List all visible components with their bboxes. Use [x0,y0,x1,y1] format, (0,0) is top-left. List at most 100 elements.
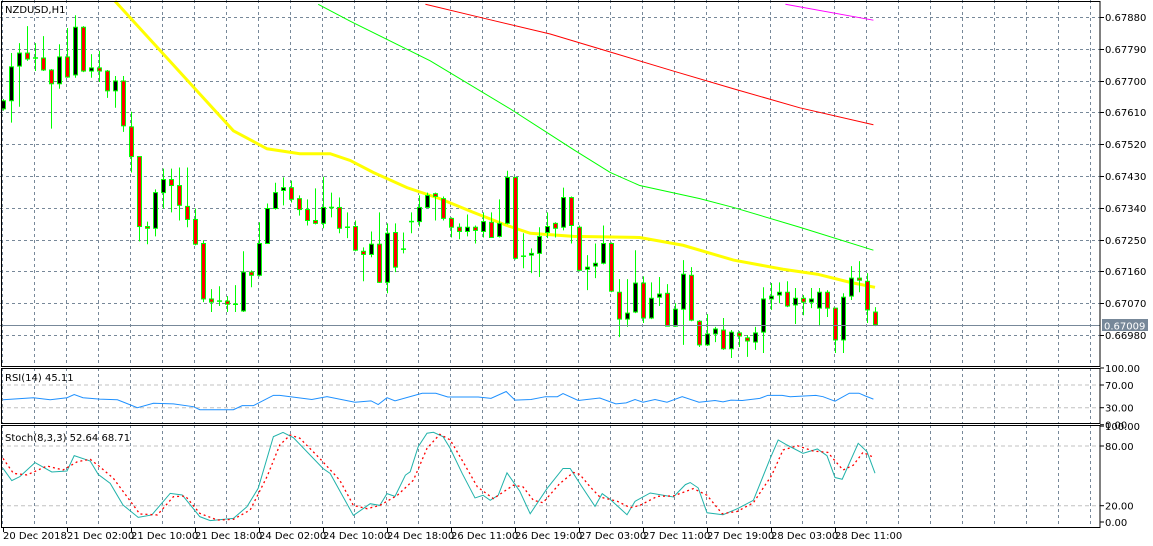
price-axis-label: 0.67520 [1105,140,1146,151]
bull-candle-body [681,273,686,310]
candle [817,288,822,327]
bear-candle-body [745,337,750,342]
bear-candle-body [305,209,310,222]
panel-frame [1,368,1101,424]
candle [105,70,110,98]
candle [265,203,270,244]
candle [585,255,590,291]
stoch-label: Stoch(8,3,3) 52.64 68.71 [5,433,130,444]
time-axis-label: 26 Dec 11:00 [451,531,518,542]
symbol-timeframe-label: NZDUSD,H1 [5,5,65,16]
candle [17,43,22,107]
bear-candle-body [577,226,582,271]
candle [729,330,734,358]
candle [873,307,878,327]
bull-candle-body [793,297,798,306]
bear-candle-body [393,232,398,268]
bear-candle-body [489,221,494,238]
bear-candle-body [457,226,462,232]
candle [793,288,798,325]
candle [721,318,726,350]
candle [777,282,782,304]
candle [689,267,694,322]
time-axis-label: 27 Dec 11:00 [643,531,710,542]
candle [841,293,846,354]
bull-candle-body [425,194,430,208]
candle [353,220,358,252]
bear-candle-body [297,198,302,211]
rsi-axis-label: 70.00 [1105,381,1134,392]
candle [401,232,406,254]
candle [113,76,118,108]
rsi-axis-label: 30.00 [1105,404,1134,415]
time-axis-label: 20 Dec 2018 [3,531,67,542]
candle [753,326,758,350]
bear-candle-body [41,57,46,71]
bear-candle-body [689,274,694,321]
bull-candle-body [657,293,662,298]
candle [297,195,302,216]
candle [809,288,814,309]
bull-candle-body [9,66,14,102]
bull-candle-body [713,328,718,335]
candle [201,240,206,303]
bull-candle-body [633,282,638,313]
price-axis-label: 0.67340 [1105,204,1146,215]
bull-candle-body [1,100,6,110]
bull-candle-body [89,67,94,72]
bull-candle-body [257,242,262,276]
bull-candle-body [465,226,470,232]
bull-candle-body [385,232,390,283]
bull-candle-body [673,308,678,327]
time-axis-label: 26 Dec 19:00 [515,531,582,542]
candle [193,208,198,246]
bull-candle-body [537,235,542,254]
time-axis-label: 21 Dec 18:00 [195,531,262,542]
time-axis-label: 27 Dec 19:00 [707,531,774,542]
bear-candle-body [249,271,254,276]
bear-candle-body [201,242,206,300]
bull-candle-body [273,192,278,210]
time-axis-label: 28 Dec 03:00 [771,531,838,542]
bear-candle-body [225,300,230,305]
candle [241,251,246,313]
bear-candle-body [553,222,558,229]
rsi-axis-label: 100.00 [1105,364,1140,375]
candle [305,199,310,226]
bear-candle-body [513,176,518,259]
bear-candle-body [721,329,726,350]
candle [497,199,502,238]
candle [761,287,766,354]
candle [505,170,510,225]
candle [153,189,158,237]
bear-candle-body [609,242,614,292]
bear-candle-body [313,220,318,224]
stoch-axis-label: 20.00 [1105,502,1134,513]
bear-candle-body [289,187,294,200]
candle [121,76,126,132]
bull-candle-body [817,291,822,309]
bear-candle-body [825,291,830,309]
bear-candle-body [49,69,54,85]
trading-chart-window[interactable]: 0.67880 0.67790 0.67700 0.67610 0.67520 0.674… [0,0,1153,546]
candle [601,225,606,265]
bear-candle-body [441,198,446,219]
bear-candle-body [353,226,358,251]
candle [1,98,6,111]
candle [441,196,446,221]
candle [785,281,790,308]
bull-candle-body [809,298,814,303]
candle [681,260,686,345]
bear-candle-body [337,206,342,229]
bear-candle-body [617,291,622,320]
bull-candle-body [481,221,486,232]
bull-candle-body [265,208,270,244]
bull-candle-body [17,52,22,67]
bull-candle-body [729,331,734,350]
bull-candle-body [281,187,286,191]
bull-candle-body [369,243,374,255]
candle [769,283,774,310]
bull-candle-body [417,206,422,223]
bull-candle-body [841,296,846,341]
candle [33,43,38,72]
